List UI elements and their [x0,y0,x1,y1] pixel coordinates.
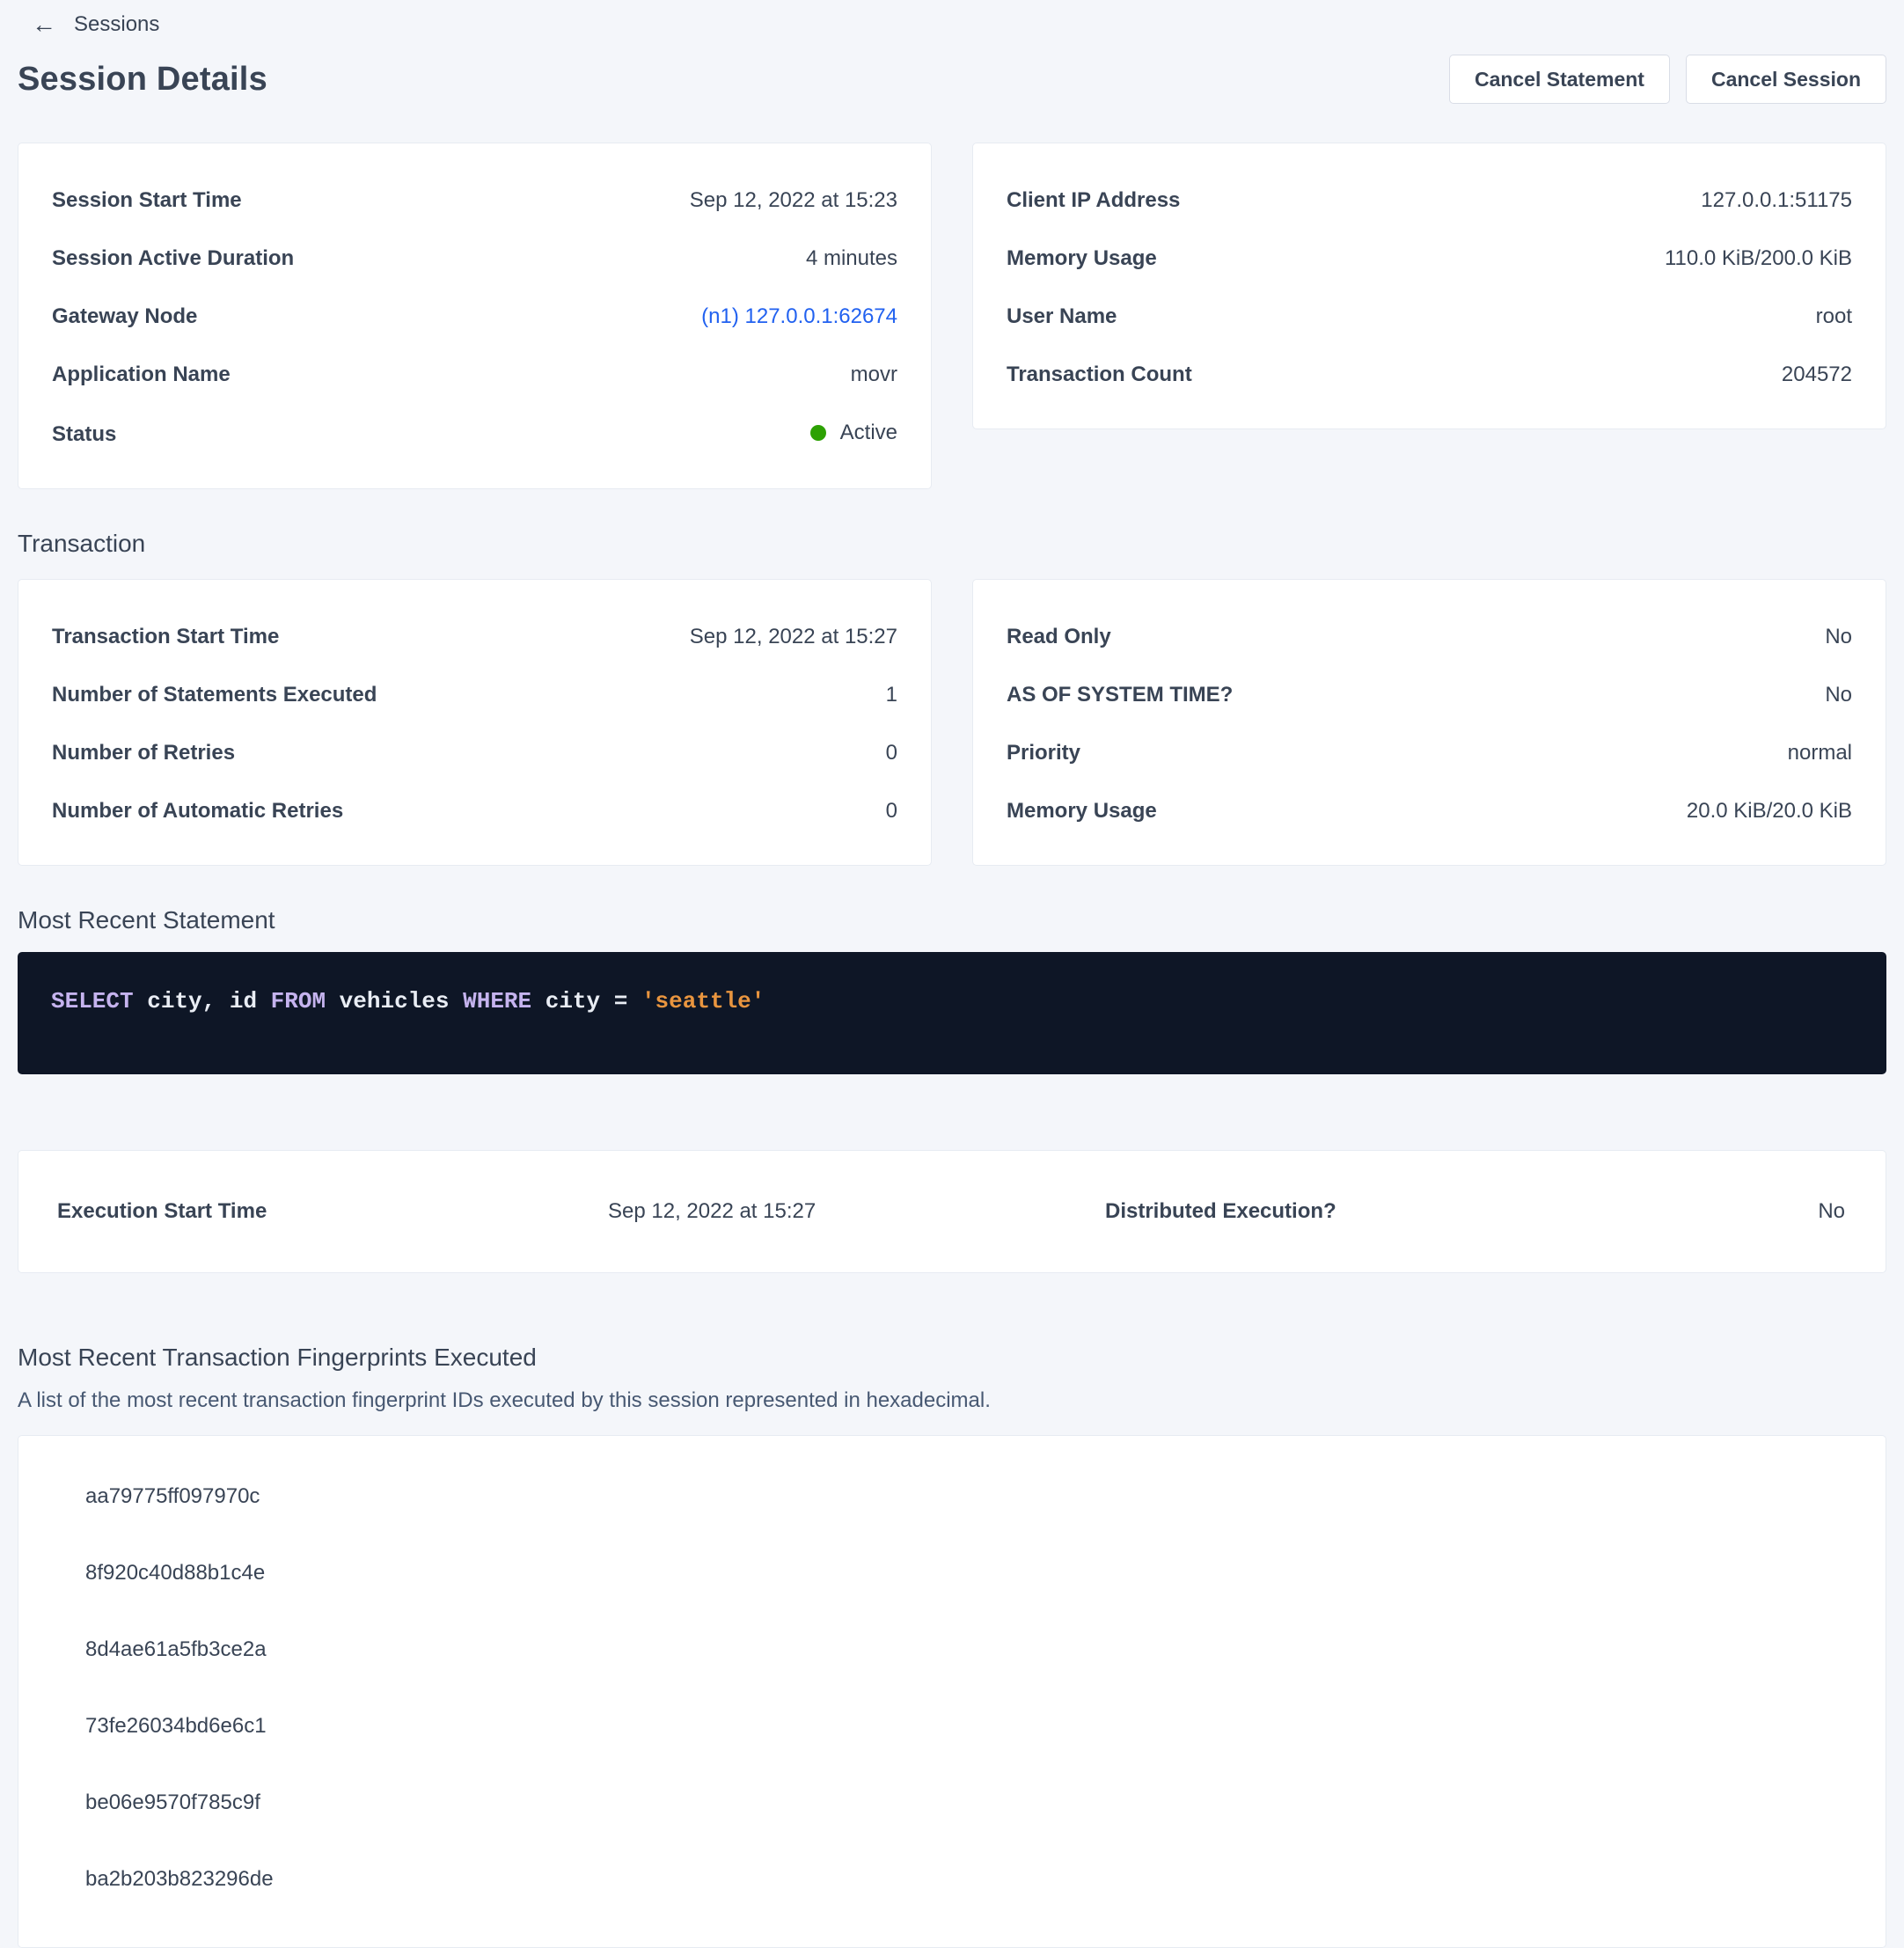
client-ip-row: Client IP Address 127.0.0.1:51175 [1007,187,1852,214]
fingerprint-list-item: ba2b203b823296de [85,1866,1852,1893]
session-start-time-row: Session Start Time Sep 12, 2022 at 15:23 [52,187,897,214]
session-memory-usage-value: 110.0 KiB/200.0 KiB [1665,245,1852,272]
application-name-row: Application Name movr [52,362,897,388]
gateway-node-label: Gateway Node [52,304,197,330]
read-only-row: Read Only No [1007,624,1852,650]
status-row: Status Active [52,420,897,448]
breadcrumb-label: Sessions [74,12,159,37]
fingerprint-list-item: 8d4ae61a5fb3ce2a [85,1637,1852,1663]
transaction-card-right: Read Only No AS OF SYSTEM TIME? No Prior… [972,579,1886,866]
execution-start-time-label: Execution Start Time [57,1198,608,1225]
sql-keyword: SELECT [51,988,134,1014]
breadcrumb-back-sessions[interactable]: ← Sessions [18,9,159,40]
client-ip-label: Client IP Address [1007,187,1180,214]
session-details-page: ← Sessions Session Details Cancel Statem… [0,0,1904,1948]
gateway-node-row: Gateway Node (n1) 127.0.0.1:62674 [52,304,897,330]
priority-row: Priority normal [1007,740,1852,766]
read-only-label: Read Only [1007,624,1111,650]
transaction-start-time-value: Sep 12, 2022 at 15:27 [690,624,897,650]
status-label: Status [52,421,116,448]
status-badge: Active [840,420,897,446]
fingerprints-section-title: Most Recent Transaction Fingerprints Exe… [18,1344,1886,1372]
fingerprint-list-item: 73fe26034bd6e6c1 [85,1713,1852,1739]
transaction-count-value: 204572 [1782,362,1852,388]
sql-keyword: FROM [271,988,326,1014]
transaction-memory-usage-label: Memory Usage [1007,798,1157,824]
fingerprints-description: A list of the most recent transaction fi… [18,1388,1886,1414]
session-card-right: Client IP Address 127.0.0.1:51175 Memory… [972,143,1886,429]
retries-value: 0 [886,740,897,766]
session-memory-usage-row: Memory Usage 110.0 KiB/200.0 KiB [1007,245,1852,272]
sql-string-literal: 'seattle' [641,988,765,1014]
session-summary-grid: Session Start Time Sep 12, 2022 at 15:23… [18,143,1886,489]
transaction-memory-usage-value: 20.0 KiB/20.0 KiB [1687,798,1852,824]
as-of-system-time-label: AS OF SYSTEM TIME? [1007,682,1233,708]
statements-executed-row: Number of Statements Executed 1 [52,682,897,708]
fingerprints-card: aa79775ff097970c 8f920c40d88b1c4e 8d4ae6… [18,1435,1886,1948]
as-of-system-time-value: No [1825,682,1852,708]
as-of-system-time-row: AS OF SYSTEM TIME? No [1007,682,1852,708]
transaction-start-time-row: Transaction Start Time Sep 12, 2022 at 1… [52,624,897,650]
user-name-label: User Name [1007,304,1117,330]
transaction-card-left: Transaction Start Time Sep 12, 2022 at 1… [18,579,932,866]
back-arrow-icon: ← [32,12,56,37]
distributed-execution-label: Distributed Execution? [1105,1198,1818,1225]
automatic-retries-label: Number of Automatic Retries [52,798,343,824]
priority-value: normal [1788,740,1852,766]
execution-summary-card: Execution Start Time Sep 12, 2022 at 15:… [18,1150,1886,1273]
automatic-retries-row: Number of Automatic Retries 0 [52,798,897,824]
gateway-node-link[interactable]: (n1) 127.0.0.1:62674 [701,304,897,330]
session-active-duration-row: Session Active Duration 4 minutes [52,245,897,272]
session-card-left: Session Start Time Sep 12, 2022 at 15:23… [18,143,932,489]
transaction-count-row: Transaction Count 204572 [1007,362,1852,388]
cancel-statement-button[interactable]: Cancel Statement [1449,55,1670,104]
application-name-label: Application Name [52,362,231,388]
sql-text: city = [531,988,641,1014]
execution-start-time-value: Sep 12, 2022 at 15:27 [608,1198,1105,1225]
session-start-time-label: Session Start Time [52,187,242,214]
session-start-time-value: Sep 12, 2022 at 15:23 [690,187,897,214]
transaction-grid: Transaction Start Time Sep 12, 2022 at 1… [18,579,1886,866]
retries-row: Number of Retries 0 [52,740,897,766]
session-active-duration-value: 4 minutes [806,245,897,272]
application-name-value: movr [851,362,897,388]
priority-label: Priority [1007,740,1080,766]
sql-text: city, id [134,988,271,1014]
page-header: Session Details Cancel Statement Cancel … [18,55,1886,104]
status-active-dot-icon [810,425,826,441]
statement-section-title: Most Recent Statement [18,906,1886,934]
transaction-memory-usage-row: Memory Usage 20.0 KiB/20.0 KiB [1007,798,1852,824]
sql-keyword: WHERE [463,988,531,1014]
statements-executed-label: Number of Statements Executed [52,682,377,708]
statements-executed-value: 1 [886,682,897,708]
session-memory-usage-label: Memory Usage [1007,245,1157,272]
fingerprint-list-item: aa79775ff097970c [85,1483,1852,1510]
read-only-value: No [1825,624,1852,650]
page-title: Session Details [18,61,267,99]
user-name-row: User Name root [1007,304,1852,330]
fingerprint-list-item: 8f920c40d88b1c4e [85,1560,1852,1586]
retries-label: Number of Retries [52,740,235,766]
transaction-start-time-label: Transaction Start Time [52,624,279,650]
sql-text: vehicles [326,988,463,1014]
user-name-value: root [1816,304,1852,330]
automatic-retries-value: 0 [886,798,897,824]
sql-statement-box: SELECT city, id FROM vehicles WHERE city… [18,952,1886,1074]
transaction-count-label: Transaction Count [1007,362,1192,388]
header-actions: Cancel Statement Cancel Session [1449,55,1886,104]
distributed-execution-value: No [1818,1198,1845,1225]
cancel-session-button[interactable]: Cancel Session [1686,55,1886,104]
transaction-section-title: Transaction [18,530,1886,558]
fingerprint-list-item: be06e9570f785c9f [85,1790,1852,1816]
status-value: Active [810,420,897,446]
client-ip-value: 127.0.0.1:51175 [1701,187,1852,214]
session-active-duration-label: Session Active Duration [52,245,294,272]
